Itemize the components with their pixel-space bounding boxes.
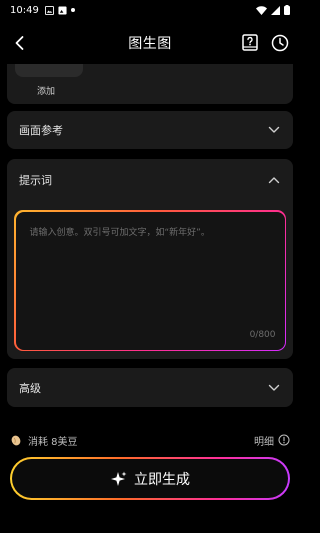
prompt-header[interactable]: 提示词: [7, 159, 293, 201]
chevron-down-icon: [268, 126, 280, 133]
gallery-notification-icon: [58, 5, 67, 15]
reference-section[interactable]: 画面参考: [7, 111, 293, 149]
generate-button[interactable]: 立即生成: [12, 459, 288, 498]
status-right: [256, 5, 290, 15]
bean-icon: [11, 435, 21, 446]
advanced-section[interactable]: 高级: [7, 368, 293, 407]
prompt-section: 提示词 请输入创意。双引号可加文字，如“新年好”。 0/800: [7, 159, 293, 359]
prompt-char-counter: 0/800: [249, 329, 276, 340]
image-upload-card: 添加: [7, 64, 293, 104]
prompt-input-border: 请输入创意。双引号可加文字，如“新年好”。 0/800: [14, 210, 286, 351]
reference-label: 画面参考: [19, 124, 63, 137]
dot-icon: [70, 8, 75, 12]
help-book-icon[interactable]: [240, 33, 260, 53]
back-arrow-icon[interactable]: [10, 33, 30, 53]
nav-bar: 图生图: [0, 24, 300, 62]
prompt-label: 提示词: [19, 174, 52, 187]
info-icon: [278, 434, 290, 446]
history-clock-icon[interactable]: [270, 33, 290, 53]
prompt-input[interactable]: 请输入创意。双引号可加文字，如“新年好”。 0/800: [15, 211, 285, 350]
cost-text: 消耗 8美豆: [28, 436, 78, 448]
cost-row: 消耗 8美豆 明细: [10, 431, 290, 449]
page-title: 图生图: [128, 36, 172, 52]
add-image-button[interactable]: [15, 64, 83, 77]
generate-label: 立即生成: [134, 471, 190, 488]
sparkle-icon: [111, 471, 127, 486]
prompt-placeholder: 请输入创意。双引号可加文字，如“新年好”。: [29, 227, 210, 238]
bottom-safe-area: [0, 515, 300, 533]
detail-label: 明细: [254, 436, 274, 448]
wifi-icon: [256, 5, 267, 15]
nav-actions: [240, 33, 290, 53]
add-image-label: 添加: [37, 87, 56, 97]
chevron-down-icon: [268, 384, 280, 391]
advanced-label: 高级: [19, 381, 41, 395]
chevron-up-icon: [268, 177, 280, 184]
signal-icon: [271, 5, 280, 15]
cost-detail-link[interactable]: 明细: [254, 433, 290, 448]
image-notification-icon: [44, 5, 54, 15]
status-bar: 10:49: [0, 0, 300, 20]
status-time: 10:49: [10, 4, 39, 16]
battery-icon: [284, 5, 290, 15]
generate-button-border: 立即生成: [10, 457, 290, 500]
